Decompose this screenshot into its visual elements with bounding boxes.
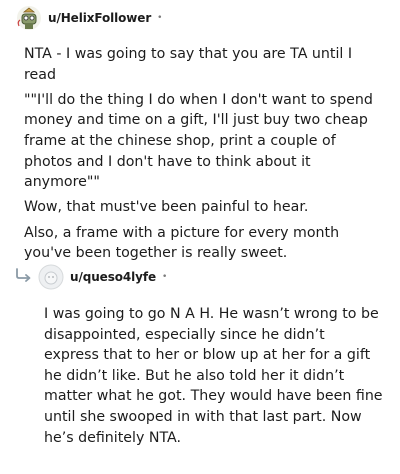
username[interactable]: u/queso4lyfe (70, 270, 156, 284)
comment-paragraph: NTA - I was going to say that you are TA… (24, 46, 353, 83)
avatar-default-icon (38, 264, 64, 290)
reply-arrow-icon (14, 265, 34, 289)
separator-dot: • (162, 272, 168, 282)
comment-paragraph: Wow, that must've been painful to hear. (24, 199, 309, 216)
comment-paragraph: I was going to go N A H. He wasn’t wrong… (44, 306, 383, 446)
comment-body: I was going to go N A H. He wasn’t wrong… (44, 304, 384, 448)
avatar-robot-icon (17, 6, 41, 30)
comment-paragraph: ""I'll do the thing I do when I don't wa… (24, 91, 373, 191)
comment-header: u/HelixFollower • (16, 2, 162, 34)
avatar[interactable] (16, 5, 42, 31)
username[interactable]: u/HelixFollower (48, 11, 151, 25)
separator-dot: • (157, 13, 163, 23)
comment-header: u/queso4lyfe • (14, 261, 167, 293)
avatar[interactable] (38, 264, 64, 290)
comment-paragraph: Also, a frame with a picture for every m… (24, 224, 340, 262)
comment-body: NTA - I was going to say that you are TA… (24, 44, 384, 268)
